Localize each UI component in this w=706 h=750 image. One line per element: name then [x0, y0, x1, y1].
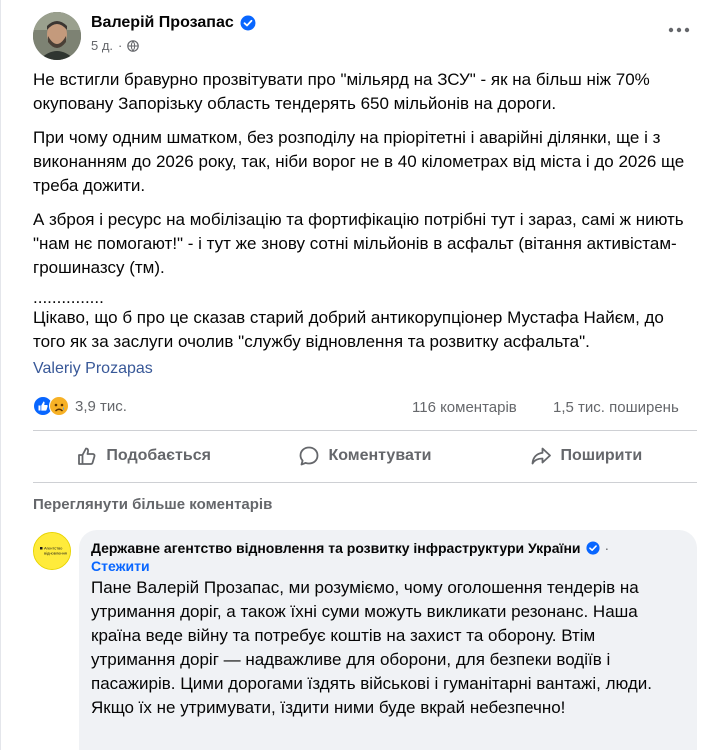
- post-header: Валерій Прозапас 5 д. ·: [33, 12, 693, 60]
- shares-count[interactable]: 1,5 тис. поширень: [553, 399, 679, 416]
- comment-separator: ·: [604, 540, 610, 556]
- divider: [33, 482, 697, 483]
- post-meta: 5 д. ·: [91, 38, 140, 53]
- comment-text: Пане Валерій Прозапас, ми розуміємо, чом…: [91, 578, 653, 717]
- comment-author-row: Державне агентство відновлення та розвит…: [91, 540, 685, 556]
- share-label: Поширити: [560, 447, 643, 464]
- post-link[interactable]: Valeriy Prozapas: [33, 360, 153, 378]
- author-avatar[interactable]: [33, 12, 81, 60]
- reactions-count: 3,9 тис.: [75, 397, 127, 415]
- thumbs-up-icon: [78, 447, 96, 465]
- author-name[interactable]: Валерій Прозапас: [91, 14, 234, 32]
- post-paragraph: ...............: [33, 288, 104, 307]
- like-button[interactable]: Подобається: [33, 434, 254, 478]
- comment-author[interactable]: Державне агентство відновлення та розвит…: [91, 540, 581, 556]
- more-options-icon[interactable]: [665, 20, 693, 40]
- follow-button[interactable]: Стежити: [91, 558, 685, 574]
- post-paragraph: При чому одним шматком, без розподілу на…: [33, 128, 685, 195]
- comments-count[interactable]: 116 коментарів: [412, 399, 517, 416]
- post-paragraph: А зброя і ресурс на мобілізацію та форти…: [33, 210, 684, 277]
- see-more-comments-link[interactable]: Переглянути більше коментарів: [33, 496, 272, 513]
- like-label: Подобається: [106, 447, 211, 464]
- author-avatar-image: [33, 12, 81, 60]
- author-name-row: Валерій Прозапас: [91, 14, 256, 32]
- comment-label: Коментувати: [328, 447, 432, 464]
- action-bar: Подобається Коментувати Поширити: [33, 434, 697, 478]
- comment-bubble: Державне агентство відновлення та розвит…: [79, 530, 697, 750]
- sad-reaction-icon: [49, 396, 69, 416]
- post-card: Валерій Прозапас 5 д. · Не встигли браву…: [0, 0, 706, 750]
- verified-badge-icon: [240, 15, 256, 31]
- svg-text:відновлення: відновлення: [44, 551, 67, 556]
- globe-icon: [127, 39, 140, 52]
- reactions-summary[interactable]: 3,9 тис.: [33, 396, 127, 416]
- post-time[interactable]: 5 д.: [91, 38, 113, 53]
- post-stats: 3,9 тис. 116 коментарів 1,5 тис. поширен…: [33, 396, 697, 420]
- share-button[interactable]: Поширити: [476, 434, 697, 478]
- verified-badge-icon: [585, 541, 600, 555]
- comment-bubble-icon: [300, 446, 319, 466]
- commenter-logo-image: Агентство відновлення: [34, 533, 70, 569]
- divider: [33, 430, 697, 431]
- post-body: Не встигли бравурно прозвітувати про "мі…: [33, 68, 697, 364]
- post-paragraph: Цікаво, що б про це сказав старий добрий…: [33, 308, 664, 351]
- commenter-avatar[interactable]: Агентство відновлення: [33, 532, 71, 570]
- comment-button[interactable]: Коментувати: [254, 434, 475, 478]
- post-paragraph: Не встигли бравурно прозвітувати про "мі…: [33, 70, 650, 113]
- share-arrow-icon: [532, 447, 552, 465]
- meta-separator: ·: [118, 38, 123, 53]
